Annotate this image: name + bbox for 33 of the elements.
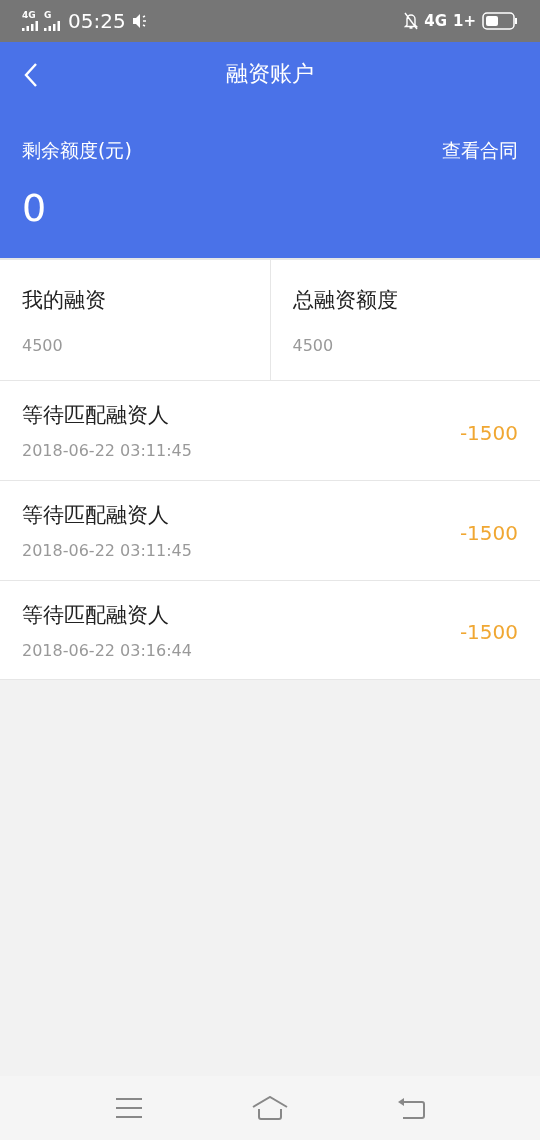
record-time: 2018-06-22 03:11:45	[22, 541, 193, 560]
network-label: 4G	[22, 11, 36, 20]
balance-value: 0	[21, 185, 48, 230]
stat-value: 4500	[22, 336, 64, 355]
record-amount: -1500	[459, 419, 518, 445]
view-contract-link[interactable]: 查看合同	[442, 138, 518, 164]
record-time: 2018-06-22 03:11:45	[22, 441, 193, 460]
stat-label: 总融资额度	[292, 287, 399, 314]
home-button[interactable]	[252, 1096, 288, 1120]
stat-label: 我的融资	[22, 287, 107, 314]
bell-off-icon	[404, 12, 419, 30]
record-row[interactable]: 等待匹配融资人 2018-06-22 03:16:44 -1500	[0, 580, 540, 680]
network-label: 1+	[453, 12, 476, 30]
stat-value: 4500	[292, 336, 335, 355]
speaker-icon	[131, 13, 148, 29]
record-title: 等待匹配融资人	[22, 402, 170, 429]
record-row[interactable]: 等待匹配融资人 2018-06-22 03:11:45 -1500	[0, 480, 540, 580]
network-label: G	[44, 11, 52, 20]
clock: 05:25	[68, 9, 126, 33]
record-row[interactable]: 等待匹配融资人 2018-06-22 03:11:45 -1500	[0, 380, 540, 480]
signal-icon	[22, 21, 38, 31]
back-nav-button[interactable]	[397, 1097, 426, 1119]
record-time: 2018-06-22 03:16:44	[22, 640, 193, 660]
battery-icon	[482, 12, 518, 30]
page-title: 融资账户	[226, 60, 314, 88]
menu-button[interactable]	[114, 1097, 143, 1119]
record-title: 等待匹配融资人	[22, 601, 170, 629]
record-amount: -1500	[459, 519, 518, 545]
balance-label: 剩余额度(元)	[22, 138, 132, 163]
record-amount: -1500	[459, 619, 518, 644]
signal-icon	[44, 21, 60, 31]
record-title: 等待匹配融资人	[22, 502, 170, 529]
network-label: 4G	[424, 12, 447, 30]
